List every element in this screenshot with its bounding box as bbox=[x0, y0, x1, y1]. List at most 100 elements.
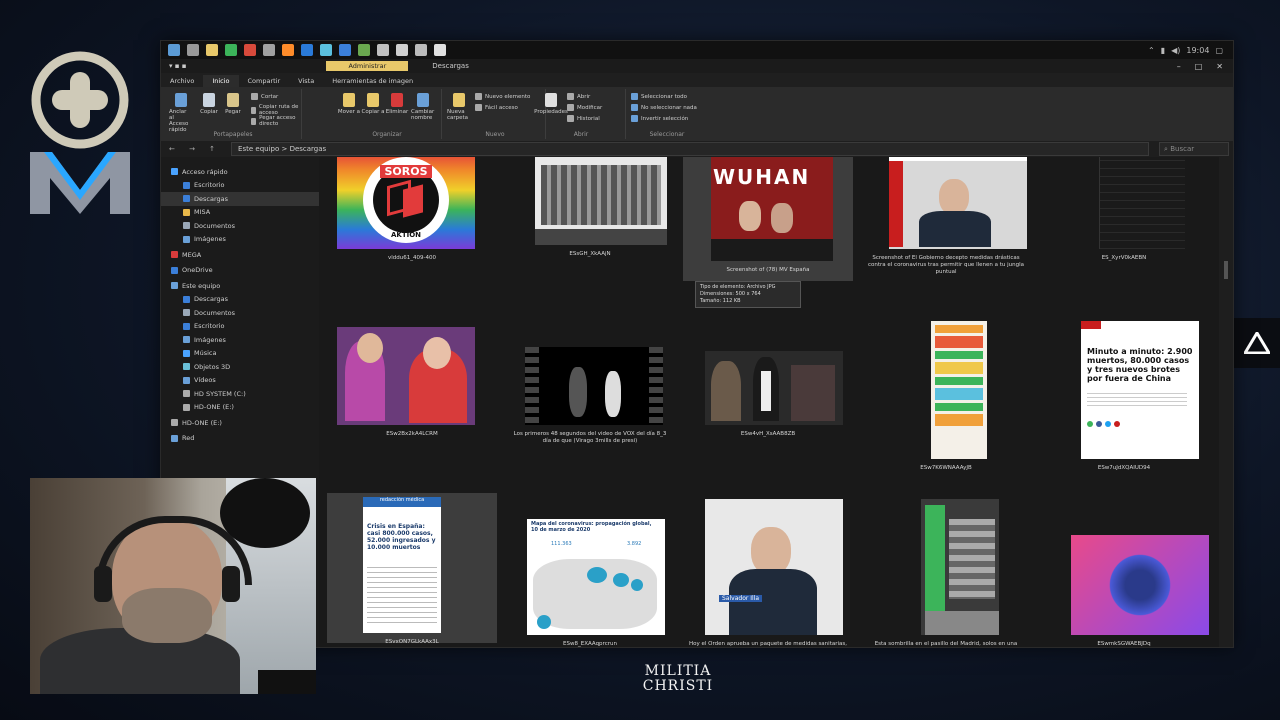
easy-access-button[interactable]: Fácil acceso bbox=[475, 104, 518, 111]
nav-item[interactable]: HD-ONE (E:) bbox=[161, 416, 319, 430]
file-thumbnail bbox=[705, 351, 843, 425]
file-item[interactable]: ESw2Bx2kA4LCRM bbox=[327, 321, 497, 451]
app-icon[interactable] bbox=[339, 44, 351, 56]
new-folder-button[interactable]: Nueva carpeta bbox=[447, 93, 471, 121]
chrome-icon[interactable] bbox=[225, 44, 237, 56]
nav-item[interactable]: Escritorio bbox=[161, 320, 319, 334]
nav-item-label: Objetos 3D bbox=[194, 362, 231, 371]
nav-item[interactable]: HD SYSTEM (C:) bbox=[161, 387, 319, 401]
nav-item[interactable]: Documentos bbox=[161, 219, 319, 233]
delete-button[interactable]: Eliminar bbox=[385, 93, 409, 115]
file-item[interactable]: redacción médica Crisis en España: casi … bbox=[327, 493, 497, 645]
edit-button[interactable]: Modificar bbox=[567, 104, 602, 111]
file-item[interactable]: El Gobierno está desbordado Screenshot o… bbox=[861, 157, 1031, 281]
file-item[interactable]: WUHAN Screenshot of (78) MV España bbox=[683, 157, 853, 281]
app-icon[interactable] bbox=[396, 44, 408, 56]
notification-icon[interactable]: ▢ bbox=[1215, 46, 1223, 55]
path-icon bbox=[251, 106, 256, 114]
app-icon[interactable] bbox=[244, 44, 256, 56]
vertical-scrollbar[interactable] bbox=[1219, 157, 1233, 647]
app-icon[interactable] bbox=[301, 44, 313, 56]
file-item[interactable]: Salvador Illa Hoy el Orden aprueba un paq… bbox=[683, 493, 853, 647]
open-button[interactable]: Abrir bbox=[567, 93, 590, 100]
paste-shortcut-button[interactable]: Pegar acceso directo bbox=[251, 115, 301, 127]
nav-item[interactable]: Acceso rápido bbox=[161, 165, 319, 179]
nav-item[interactable]: Imágenes bbox=[161, 233, 319, 247]
paste-button[interactable]: Pegar bbox=[221, 93, 245, 115]
nav-item[interactable]: MISA bbox=[161, 206, 319, 220]
file-item[interactable]: Mapa del coronavirus: propagación global… bbox=[505, 493, 675, 647]
quick-access-toolbar-icon[interactable]: ▾ ▪ ▪ bbox=[169, 62, 186, 70]
cut-button[interactable]: Cortar bbox=[251, 93, 278, 100]
file-item[interactable]: SOROS AKTION vlddu61_409-400 bbox=[327, 157, 497, 281]
invert-selection-button[interactable]: Invertir selección bbox=[631, 115, 688, 122]
nav-item[interactable]: Este equipo bbox=[161, 279, 319, 293]
close-button[interactable]: ✕ bbox=[1216, 62, 1223, 71]
nav-item[interactable]: Imágenes bbox=[161, 333, 319, 347]
nav-item[interactable]: Vídeos bbox=[161, 374, 319, 388]
tab-inicio[interactable]: Inicio bbox=[203, 75, 239, 87]
app-icon[interactable] bbox=[320, 44, 332, 56]
tab-vista[interactable]: Vista bbox=[289, 75, 323, 87]
file-item[interactable]: Esta sombrilla en el pasillo del Madrid,… bbox=[861, 493, 1031, 647]
context-tab-manage[interactable]: Administrar bbox=[326, 61, 409, 71]
file-item[interactable]: ESw4vH_XsAAB8ZB bbox=[683, 321, 853, 451]
invert-selection-icon bbox=[631, 115, 638, 122]
app-icon[interactable] bbox=[377, 44, 389, 56]
nav-item-label: Red bbox=[182, 434, 195, 443]
scrollbar-thumb[interactable] bbox=[1224, 261, 1228, 279]
windows-start-icon[interactable] bbox=[168, 44, 180, 56]
nav-item[interactable]: Objetos 3D bbox=[161, 360, 319, 374]
maximize-button[interactable]: □ bbox=[1195, 62, 1203, 71]
properties-button[interactable]: Propiedades bbox=[534, 93, 568, 115]
tab-archivo[interactable]: Archivo bbox=[161, 75, 203, 87]
file-item[interactable]: ESsGH_XkAAjN bbox=[505, 157, 675, 281]
app-icon[interactable] bbox=[358, 44, 370, 56]
file-item[interactable]: ESw7K6WNAAAyJB bbox=[861, 321, 1031, 471]
side-widget[interactable] bbox=[1234, 318, 1280, 368]
nav-item[interactable]: MEGA bbox=[161, 248, 319, 262]
volume-icon[interactable]: ◀) bbox=[1171, 46, 1180, 55]
tab-compartir[interactable]: Compartir bbox=[239, 75, 290, 87]
clock[interactable]: 19:04 bbox=[1186, 46, 1209, 55]
minimize-button[interactable]: – bbox=[1177, 62, 1181, 71]
ribbon-group-clipboard: Anclar al Acceso rápido Copiar Pegar Cor… bbox=[165, 89, 302, 139]
app-icon[interactable] bbox=[263, 44, 275, 56]
tray-chevron-icon[interactable]: ⌃ bbox=[1148, 46, 1155, 55]
nav-item[interactable]: Música bbox=[161, 347, 319, 361]
nav-item[interactable]: OneDrive bbox=[161, 264, 319, 278]
address-bar[interactable]: Este equipo > Descargas bbox=[231, 142, 1150, 156]
app-icon[interactable] bbox=[434, 44, 446, 56]
search-icon[interactable] bbox=[187, 44, 199, 56]
copy-button[interactable]: Copiar bbox=[197, 93, 221, 115]
file-item[interactable]: ES_XyrV0kAEBN bbox=[1039, 157, 1209, 281]
file-item[interactable]: Los primeros 48 segundos del video de VO… bbox=[505, 321, 675, 451]
select-none-button[interactable]: No seleccionar nada bbox=[631, 104, 697, 111]
folder-icon bbox=[171, 266, 178, 274]
nav-item[interactable]: Red bbox=[161, 432, 319, 446]
app-icon[interactable] bbox=[415, 44, 427, 56]
nav-item[interactable]: HD-ONE (E:) bbox=[161, 401, 319, 415]
copy-to-button[interactable]: Copiar a bbox=[361, 93, 385, 115]
file-name: ES_XyrV0kAEBN bbox=[1101, 255, 1147, 261]
nav-buttons[interactable]: ← → ↑ bbox=[169, 145, 221, 153]
pin-quick-access-button[interactable]: Anclar al Acceso rápido bbox=[169, 93, 193, 133]
app-icon[interactable] bbox=[282, 44, 294, 56]
tab-herramientas-de-imagen[interactable]: Herramientas de imagen bbox=[323, 75, 422, 87]
folder-icon bbox=[183, 363, 190, 371]
new-item-button[interactable]: Nuevo elemento bbox=[475, 93, 530, 100]
file-item[interactable]: Minuto a minuto: 2.900 muertos, 80.000 c… bbox=[1039, 321, 1209, 471]
move-to-button[interactable]: Mover a bbox=[337, 93, 361, 115]
rename-button[interactable]: Cambiar nombre bbox=[411, 93, 435, 121]
nav-item[interactable]: Descargas bbox=[161, 192, 319, 206]
select-all-button[interactable]: Seleccionar todo bbox=[631, 93, 687, 100]
file-item[interactable]: ESwmkSGWAEBJDq bbox=[1039, 493, 1209, 647]
history-button[interactable]: Historial bbox=[567, 115, 600, 122]
search-box[interactable]: ⌕ Buscar bbox=[1159, 142, 1230, 156]
history-icon bbox=[567, 115, 574, 122]
explorer-taskbar-icon[interactable] bbox=[206, 44, 218, 56]
network-icon[interactable]: ▮ bbox=[1161, 46, 1165, 55]
nav-item[interactable]: Documentos bbox=[161, 306, 319, 320]
nav-item[interactable]: Escritorio bbox=[161, 179, 319, 193]
nav-item[interactable]: Descargas bbox=[161, 293, 319, 307]
